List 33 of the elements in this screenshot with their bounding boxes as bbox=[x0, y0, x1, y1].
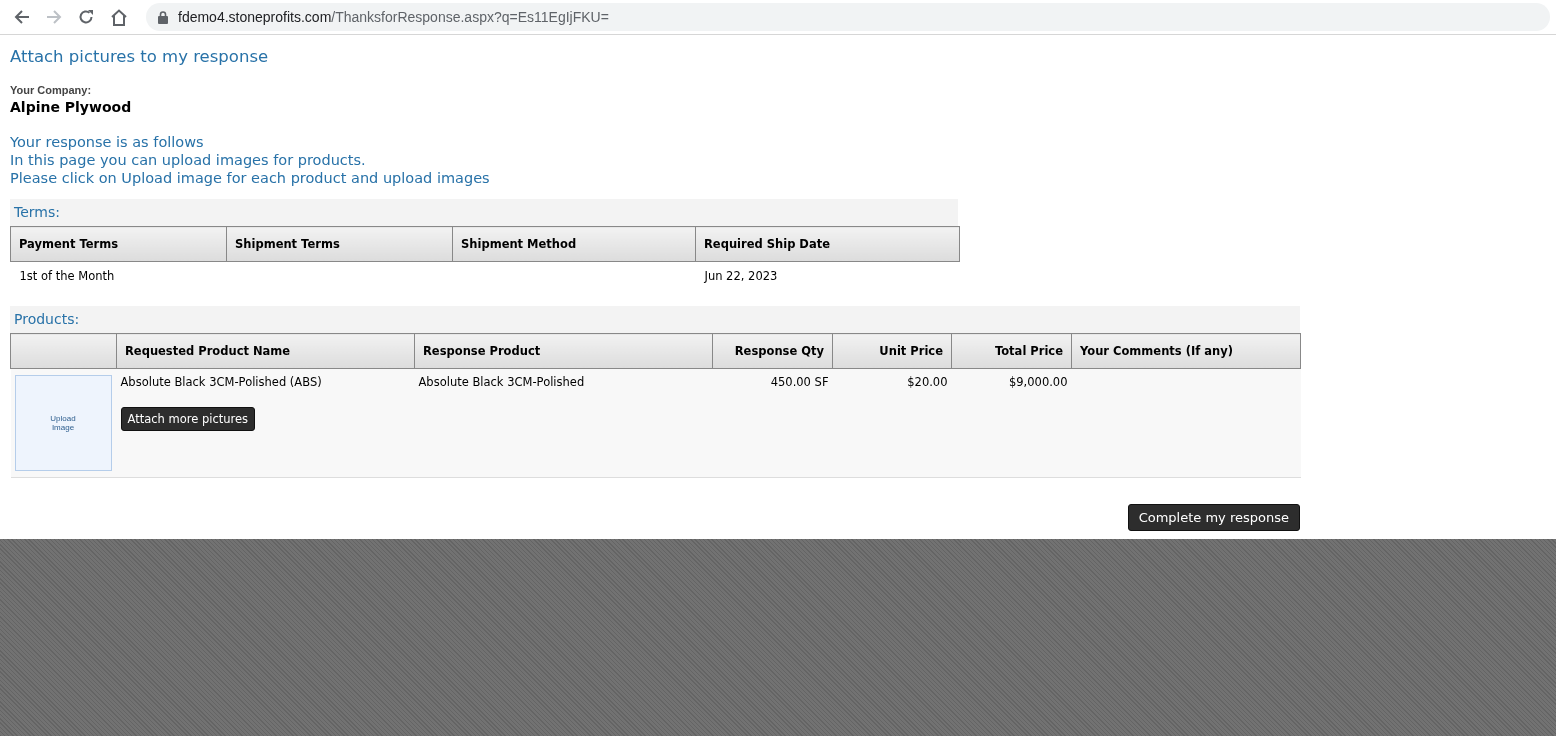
attach-pictures-button[interactable]: Attach more pictures bbox=[120, 407, 256, 431]
column-header: Requested Product Name bbox=[116, 333, 415, 369]
column-header: Shipment Terms bbox=[226, 226, 453, 262]
back-icon[interactable] bbox=[14, 9, 30, 25]
table-cell: 450.00 SF bbox=[770, 375, 829, 389]
company-name: Alpine Plywood bbox=[10, 99, 132, 115]
column-header: Payment Terms bbox=[10, 226, 227, 262]
home-icon[interactable] bbox=[110, 8, 128, 26]
table-cell: $20.00 bbox=[907, 375, 948, 389]
reload-icon[interactable] bbox=[78, 9, 94, 25]
instruction-text: Please click on Upload image for each product and upload images bbox=[10, 169, 490, 187]
column-header: Response Qty bbox=[712, 333, 833, 369]
section-heading: Products: bbox=[10, 306, 1300, 333]
address-bar[interactable]: fdemo4.stoneprofits.com/ThanksforResponse.aspx?q=Es11EgIjFKU= bbox=[146, 3, 1550, 31]
column-header: Response Product bbox=[414, 333, 713, 369]
column-header: Required Ship Date bbox=[695, 226, 960, 262]
table-cell: 1st of the Month bbox=[19, 269, 115, 283]
table-cell: $9,000.00 bbox=[1008, 375, 1068, 389]
instruction-text: In this page you can upload images for products. bbox=[10, 151, 366, 169]
instruction-text: Your response is as follows bbox=[10, 133, 204, 151]
column-header: Your Comments (If any) bbox=[1071, 333, 1301, 369]
column-header: Total Price bbox=[951, 333, 1072, 369]
column-header: Unit Price bbox=[832, 333, 952, 369]
column-header: Shipment Method bbox=[452, 226, 696, 262]
company-label: Your Company: bbox=[10, 84, 92, 96]
lock-icon bbox=[158, 10, 168, 24]
page-title: Attach pictures to my response bbox=[10, 47, 269, 66]
section-heading: Terms: bbox=[10, 199, 958, 226]
table-cell: Absolute Black 3CM-Polished (ABS) bbox=[120, 375, 322, 389]
upload-image-button[interactable]: Upload Image bbox=[14, 375, 112, 471]
complete-response-button[interactable]: Complete my response bbox=[1127, 504, 1300, 531]
table-cell: Jun 22, 2023 bbox=[704, 269, 778, 283]
table-cell: Absolute Black 3CM-Polished bbox=[418, 375, 585, 389]
